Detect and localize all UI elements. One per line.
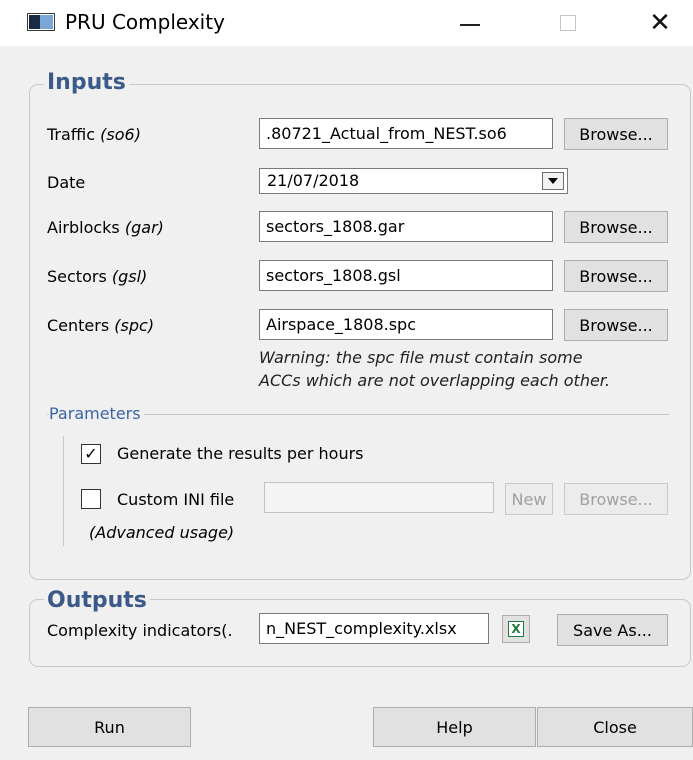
airblocks-input[interactable]: sectors_1808.gar (259, 211, 553, 242)
outputs-group-title: Outputs (44, 588, 150, 613)
title-bar: PRU Complexity ✕ (0, 0, 693, 46)
custom-ini-new-button[interactable]: New (505, 483, 553, 515)
window-title: PRU Complexity (65, 10, 225, 34)
airblocks-label: Airblocks (gar) (47, 218, 164, 237)
sectors-input[interactable]: sectors_1808.gsl (259, 260, 553, 291)
app-window-icon (27, 13, 55, 31)
maximize-button[interactable] (540, 0, 596, 46)
traffic-ext: (so6) (100, 125, 141, 144)
custom-ini-input[interactable] (264, 482, 494, 513)
save-as-button[interactable]: Save As... (557, 614, 668, 646)
spc-warning-line-2: ACCs which are not overlapping each othe… (259, 371, 610, 390)
close-icon: ✕ (649, 8, 671, 38)
parameters-left-rule (63, 436, 64, 546)
centers-label: Centers (spc) (47, 316, 155, 335)
close-button[interactable]: Close (537, 707, 693, 747)
date-picker[interactable]: 21/07/2018 (259, 168, 568, 194)
centers-ext: (spc) (114, 316, 155, 335)
sectors-label: Sectors (gsl) (47, 267, 148, 286)
dropdown-arrow-icon (548, 178, 558, 184)
date-dropdown-button[interactable] (542, 172, 564, 190)
traffic-label: Traffic (so6) (47, 125, 141, 144)
per-hours-label[interactable]: Generate the results per hours (117, 444, 364, 463)
parameters-title: Parameters (49, 404, 144, 423)
traffic-browse-button[interactable]: Browse... (564, 118, 668, 150)
centers-browse-button[interactable]: Browse... (564, 309, 668, 341)
inputs-group-title: Inputs (44, 70, 129, 95)
airblocks-browse-button[interactable]: Browse... (564, 211, 668, 243)
sectors-ext: (gsl) (111, 267, 148, 286)
open-excel-button[interactable]: X (502, 615, 530, 643)
per-hours-checkbox[interactable]: ✓ (81, 444, 101, 464)
traffic-input[interactable]: .80721_Actual_from_NEST.so6 (259, 118, 553, 149)
airblocks-ext: (gar) (124, 218, 164, 237)
complexity-indicators-label: Complexity indicators(. (47, 621, 233, 640)
custom-ini-browse-button[interactable]: Browse... (564, 483, 668, 515)
complexity-output-input[interactable]: n_NEST_complexity.xlsx (259, 613, 489, 644)
spc-warning-line-1: Warning: the spc file must contain some (259, 348, 583, 367)
run-button[interactable]: Run (28, 707, 191, 747)
help-button[interactable]: Help (373, 707, 536, 747)
checkmark-icon: ✓ (84, 444, 98, 463)
custom-ini-checkbox[interactable] (81, 489, 101, 509)
minimize-button[interactable] (442, 0, 498, 46)
centers-input[interactable]: Airspace_1808.spc (259, 309, 553, 340)
advanced-usage-note: (Advanced usage) (89, 523, 235, 542)
sectors-browse-button[interactable]: Browse... (564, 260, 668, 292)
date-label: Date (47, 173, 86, 192)
minimize-icon (460, 24, 480, 26)
excel-icon: X (508, 621, 524, 637)
maximize-icon (560, 15, 576, 31)
date-value: 21/07/2018 (267, 171, 360, 190)
custom-ini-label[interactable]: Custom INI file (117, 490, 234, 509)
close-window-button[interactable]: ✕ (632, 0, 688, 46)
